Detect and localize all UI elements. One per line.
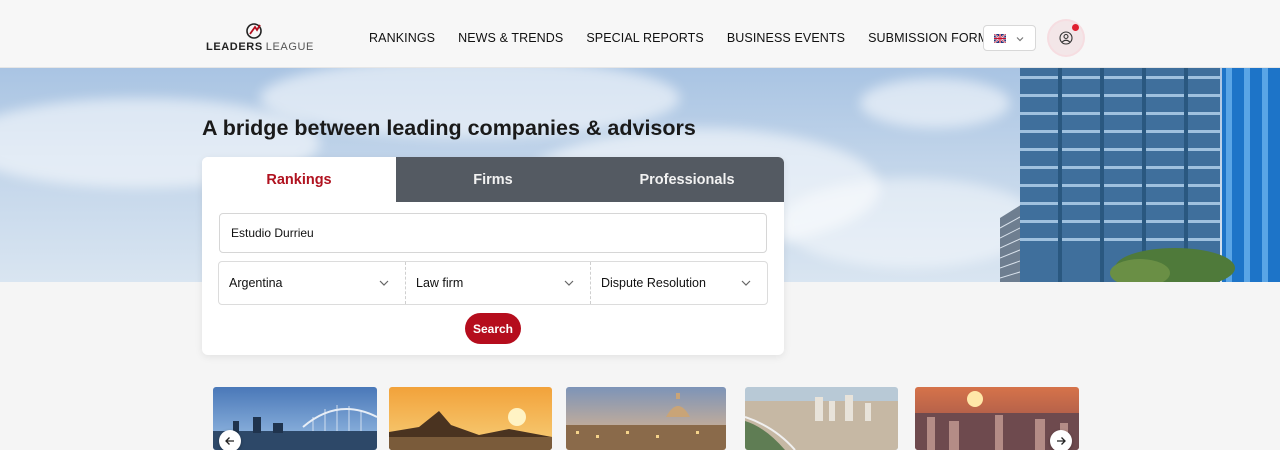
- tab-rankings[interactable]: Rankings: [202, 157, 396, 202]
- search-input[interactable]: [219, 213, 767, 253]
- chevron-down-icon: [741, 280, 751, 286]
- chevron-down-icon: [564, 280, 574, 286]
- search-card: Rankings Firms Professionals Argentina L…: [202, 157, 784, 355]
- leaders-league-logo[interactable]: LEADERS LEAGUE: [206, 22, 313, 56]
- tab-professionals[interactable]: Professionals: [590, 157, 784, 202]
- nav-item-special-reports[interactable]: SPECIAL REPORTS: [586, 31, 704, 45]
- nav-item-business-events[interactable]: BUSINESS EVENTS: [727, 31, 845, 45]
- country-select[interactable]: Argentina: [219, 262, 405, 304]
- building-image: [1000, 68, 1280, 282]
- category-select-value: Law firm: [416, 276, 464, 290]
- uk-flag-icon: [994, 34, 1006, 43]
- logo-text: LEADERS LEAGUE: [206, 41, 314, 53]
- hero-title: A bridge between leading companies & adv…: [202, 116, 696, 140]
- carousel-image[interactable]: [389, 387, 552, 450]
- carousel-image[interactable]: [566, 387, 726, 450]
- practice-area-select[interactable]: Dispute Resolution: [590, 262, 767, 304]
- site-header: LEADERS LEAGUE RANKINGS NEWS & TRENDS SPE…: [0, 0, 1280, 68]
- user-icon: [1059, 31, 1073, 45]
- filter-selects: Argentina Law firm Dispute Resolution: [218, 261, 768, 305]
- arrow-left-icon: [225, 437, 234, 445]
- chevron-down-icon: [379, 280, 389, 286]
- notification-dot: [1072, 24, 1079, 31]
- nav-item-submission-forms[interactable]: SUBMISSION FORMS: [868, 31, 997, 45]
- language-selector[interactable]: [983, 25, 1036, 51]
- practice-area-select-value: Dispute Resolution: [601, 276, 706, 290]
- search-button[interactable]: Search: [465, 313, 521, 344]
- arrow-right-icon: [1057, 437, 1066, 445]
- chevron-down-icon: [1016, 37, 1024, 42]
- carousel-image[interactable]: [745, 387, 898, 450]
- category-select[interactable]: Law firm: [405, 262, 590, 304]
- main-nav: RANKINGS NEWS & TRENDS SPECIAL REPORTS B…: [369, 31, 1020, 45]
- logo-text-light: LEAGUE: [265, 41, 314, 53]
- logo-text-bold: LEADERS: [206, 41, 263, 53]
- tab-firms[interactable]: Firms: [396, 157, 590, 202]
- nav-item-news-trends[interactable]: NEWS & TRENDS: [458, 31, 563, 45]
- destination-carousel: [0, 387, 1280, 450]
- nav-item-rankings[interactable]: RANKINGS: [369, 31, 435, 45]
- logo-mark-icon: [246, 23, 262, 39]
- search-tabs: Rankings Firms Professionals: [202, 157, 784, 202]
- carousel-next-button[interactable]: [1050, 430, 1072, 450]
- country-select-value: Argentina: [229, 276, 283, 290]
- carousel-prev-button[interactable]: [219, 430, 241, 450]
